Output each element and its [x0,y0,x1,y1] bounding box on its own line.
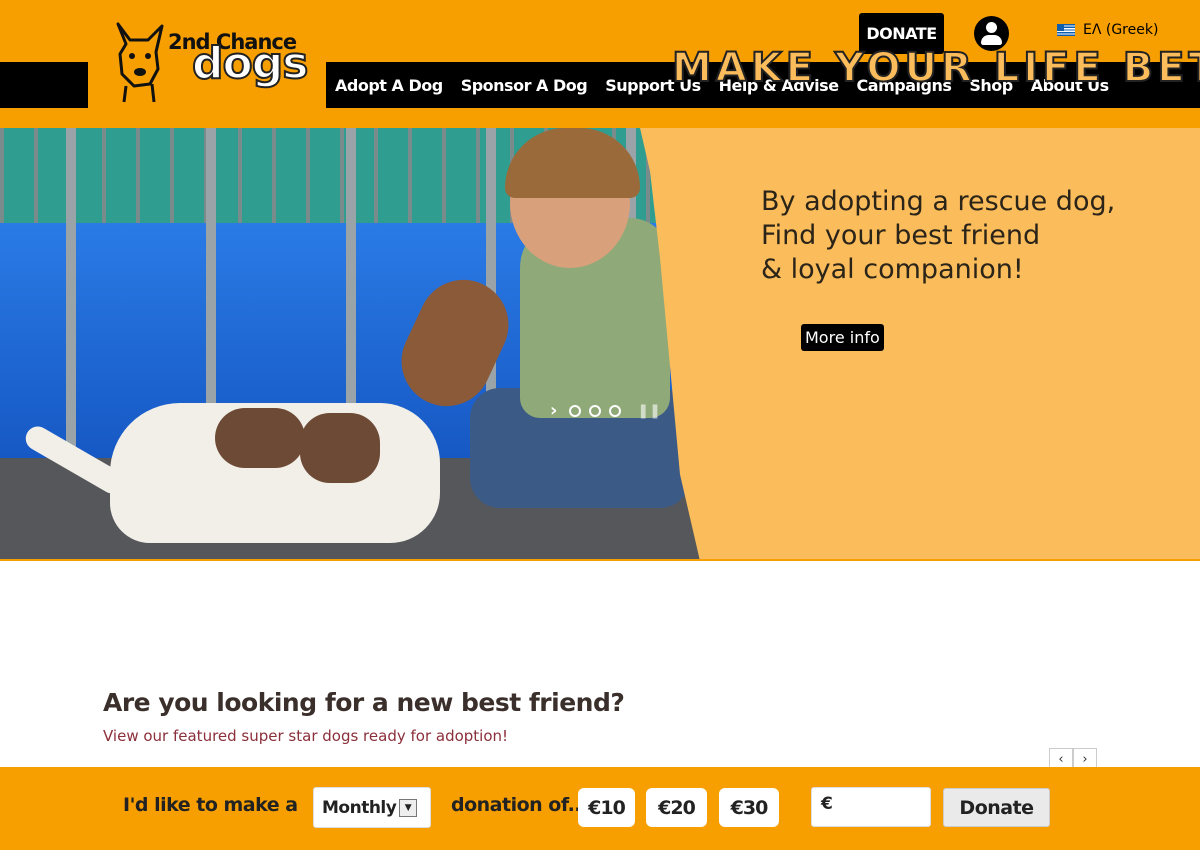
nav-sponsor-a-dog[interactable]: Sponsor A Dog [452,76,597,95]
hero-photo [0,128,720,559]
slider-dot-2[interactable] [589,405,602,417]
featured-title: Are you looking for a new best friend? [103,688,625,717]
hero-tagline-line1: By adopting a rescue dog, [761,186,1116,217]
hero-tagline-line2: Find your best friend [761,220,1041,251]
frequency-select[interactable]: Monthly ▼ [313,787,431,828]
site-logo[interactable]: 2nd Chance dogs [88,0,326,112]
donation-bar: I'd like to make a Monthly ▼ donation of… [0,767,1200,850]
language-switcher[interactable]: ΕΛ (Greek) [1057,22,1158,38]
donation-mid-text: donation of... [451,794,588,816]
language-label: ΕΛ (Greek) [1083,22,1159,38]
logo-text-dogs: dogs [191,38,309,89]
user-icon-head [986,22,997,33]
chevron-down-icon: ▼ [399,799,417,817]
amount-30-button[interactable]: €30 [719,788,779,827]
greek-flag-icon [1057,24,1075,36]
chevron-right-icon[interactable]: › [550,402,557,420]
hero-title: MAKE YOUR LIFE BETTER [671,44,1200,92]
dog-logo-icon [116,22,164,103]
more-info-button[interactable]: More info [801,324,884,351]
hero-tagline: By adopting a rescue dog, Find your best… [761,185,1115,287]
photo-dog-spot [300,413,380,483]
page: 2nd Chance dogs Adopt A Dog Sponsor A Do… [0,0,1200,850]
custom-amount-input[interactable]: € [811,787,931,827]
hero-tagline-line3: & loyal companion! [761,254,1024,285]
photo-dog-spot [215,408,305,468]
donation-prefix: I'd like to make a [123,794,298,816]
currency-symbol: € [821,794,833,814]
slider-controls: › ❚❚ [550,402,661,420]
nav-adopt-a-dog[interactable]: Adopt A Dog [326,76,452,95]
frequency-value: Monthly [322,797,397,818]
donate-submit-button[interactable]: Donate [943,788,1050,827]
slider-dot-3[interactable] [609,405,622,417]
slider-dot-1[interactable] [569,405,582,417]
featured-subtitle[interactable]: View our featured super star dogs ready … [103,727,508,745]
user-icon-body [981,35,1002,45]
amount-20-button[interactable]: €20 [646,788,707,827]
pause-icon[interactable]: ❚❚ [637,404,660,418]
amount-10-button[interactable]: €10 [578,788,635,827]
